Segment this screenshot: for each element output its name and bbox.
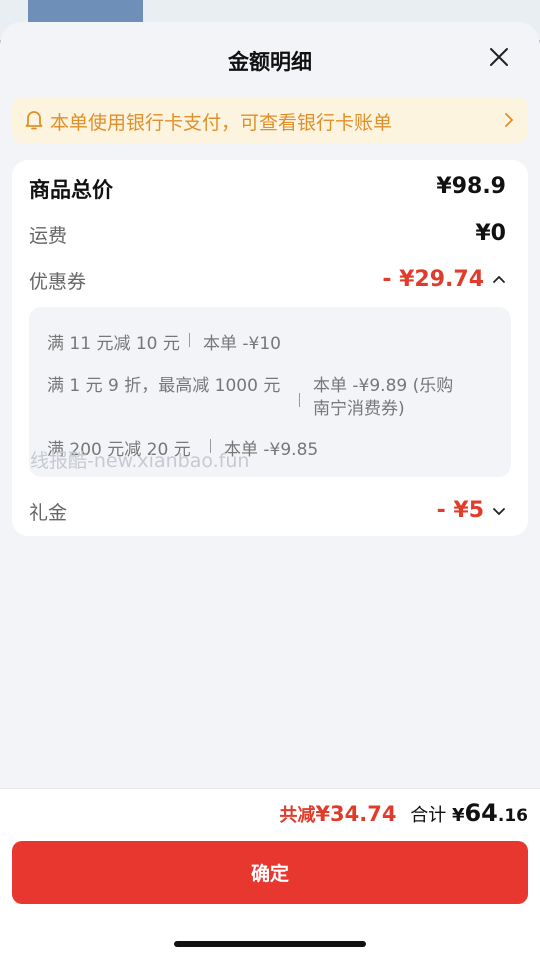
saved-value: ¥34.74 <box>315 802 397 826</box>
coupon-detail-line1: 本单 -¥9.89 (乐购 <box>313 376 454 396</box>
sheet-title: 金额明细 <box>228 50 312 74</box>
gift-money-label: 礼金 <box>29 502 68 524</box>
grand-total-currency: ¥ <box>451 805 465 826</box>
coupon-value: - ¥29.74 <box>382 267 484 292</box>
notice-text: 本单使用银行卡支付，可查看银行卡账单 <box>50 112 393 134</box>
coupon-rule: 满 11 元减 10 元 <box>47 334 180 354</box>
chevron-right-icon <box>505 113 514 127</box>
confirm-button[interactable]: 确定 <box>12 841 528 904</box>
coupon-rule: 满 1 元 9 折，最高减 1000 元 <box>47 376 281 396</box>
gift-money-row[interactable]: 礼金 - ¥5 <box>29 498 506 526</box>
gift-money-value: - ¥5 <box>436 498 484 523</box>
total-price-row: 商品总价 ¥98.9 <box>29 174 506 202</box>
grand-total-decimal: .16 <box>497 806 528 826</box>
chevron-down-icon <box>493 508 505 516</box>
grand-total-integer: 64 <box>464 799 498 827</box>
divider <box>299 393 300 407</box>
footer-bar: 共减¥34.74 合计 ¥64.16 确定 <box>0 788 540 959</box>
divider <box>189 333 190 347</box>
bell-icon <box>25 111 43 130</box>
home-indicator <box>174 941 366 947</box>
total-price-label: 商品总价 <box>29 178 113 202</box>
chevron-up-icon <box>493 275 505 283</box>
shipping-row: 运费 ¥0 <box>29 221 506 249</box>
coupon-label: 优惠券 <box>29 271 87 293</box>
saved-label: 共减 <box>279 805 316 826</box>
total-price-value: ¥98.9 <box>436 174 506 199</box>
watermark-text: 线报酷-new.xianbao.fun <box>30 450 250 472</box>
order-summary: 共减¥34.74 合计 ¥64.16 <box>279 799 528 827</box>
price-breakdown-card: 商品总价 ¥98.9 运费 ¥0 优惠券 - ¥29.74 满 11 元减 10… <box>12 160 528 536</box>
shipping-label: 运费 <box>29 225 68 247</box>
close-icon[interactable] <box>488 46 510 68</box>
coupon-row[interactable]: 优惠券 - ¥29.74 <box>29 267 506 295</box>
coupon-detail-line2: 南宁消费券) <box>313 399 405 419</box>
coupon-detail: 本单 -¥10 <box>203 334 281 354</box>
grand-total-label: 合计 <box>410 805 447 826</box>
bank-card-notice[interactable]: 本单使用银行卡支付，可查看银行卡账单 <box>12 97 528 143</box>
shipping-value: ¥0 <box>475 221 506 246</box>
